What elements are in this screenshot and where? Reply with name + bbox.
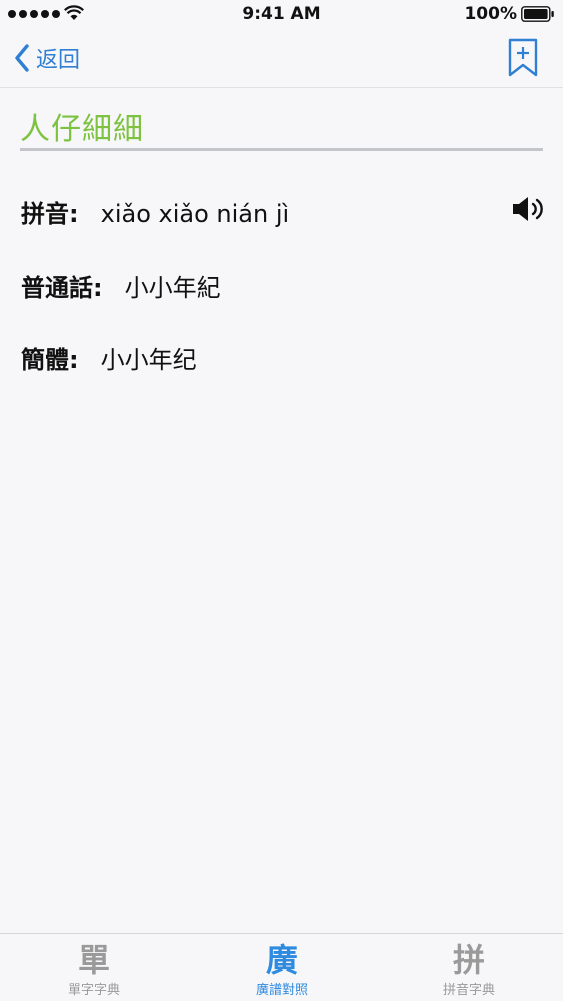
- battery-percent: 100%: [464, 4, 517, 24]
- battery-icon: [521, 6, 554, 22]
- chevron-left-icon: [15, 44, 29, 72]
- back-button-label: 返回: [36, 48, 81, 73]
- single-character-tab-icon: 單: [77, 941, 110, 979]
- add-bookmark-icon[interactable]: [507, 38, 539, 78]
- tab-label: 廣譜對照: [255, 983, 308, 998]
- pinyin-label: 拼音:: [21, 200, 79, 228]
- tab-pinyin-dictionary[interactable]: 拼 拼音字典: [399, 942, 539, 1000]
- navigation-bar: 返回: [0, 30, 563, 88]
- headword: 人仔細細: [20, 112, 144, 147]
- back-button[interactable]: 返回: [14, 40, 80, 76]
- tab-single-character-dictionary[interactable]: 單 單字字典: [24, 942, 164, 1000]
- tab-bar: 單 單字字典 廣 廣譜對照 拼 拼音字典: [0, 933, 563, 1001]
- speaker-icon[interactable]: [511, 194, 547, 224]
- cantonese-tab-icon: 廣: [265, 941, 298, 979]
- mandarin-label: 普通話:: [21, 274, 103, 302]
- tab-label: 拼音字典: [442, 983, 495, 998]
- pinyin-value: xiǎo xiǎo nián jì: [100, 200, 290, 228]
- status-bar: 9:41 AM 100%: [0, 0, 563, 30]
- mandarin-row: 普通話: 小小年紀: [21, 268, 221, 303]
- mandarin-value: 小小年紀: [124, 274, 221, 302]
- tab-cantonese-comparison[interactable]: 廣 廣譜對照: [212, 942, 352, 1000]
- simplified-row: 簡體: 小小年纪: [21, 340, 197, 375]
- pinyin-row: 拼音: xiǎo xiǎo nián jì: [21, 194, 289, 229]
- simplified-value: 小小年纪: [100, 346, 197, 374]
- simplified-label: 簡體:: [21, 346, 79, 374]
- headword-divider: [20, 148, 543, 151]
- pinyin-tab-icon: 拼: [452, 941, 485, 979]
- tab-label: 單字字典: [67, 983, 120, 998]
